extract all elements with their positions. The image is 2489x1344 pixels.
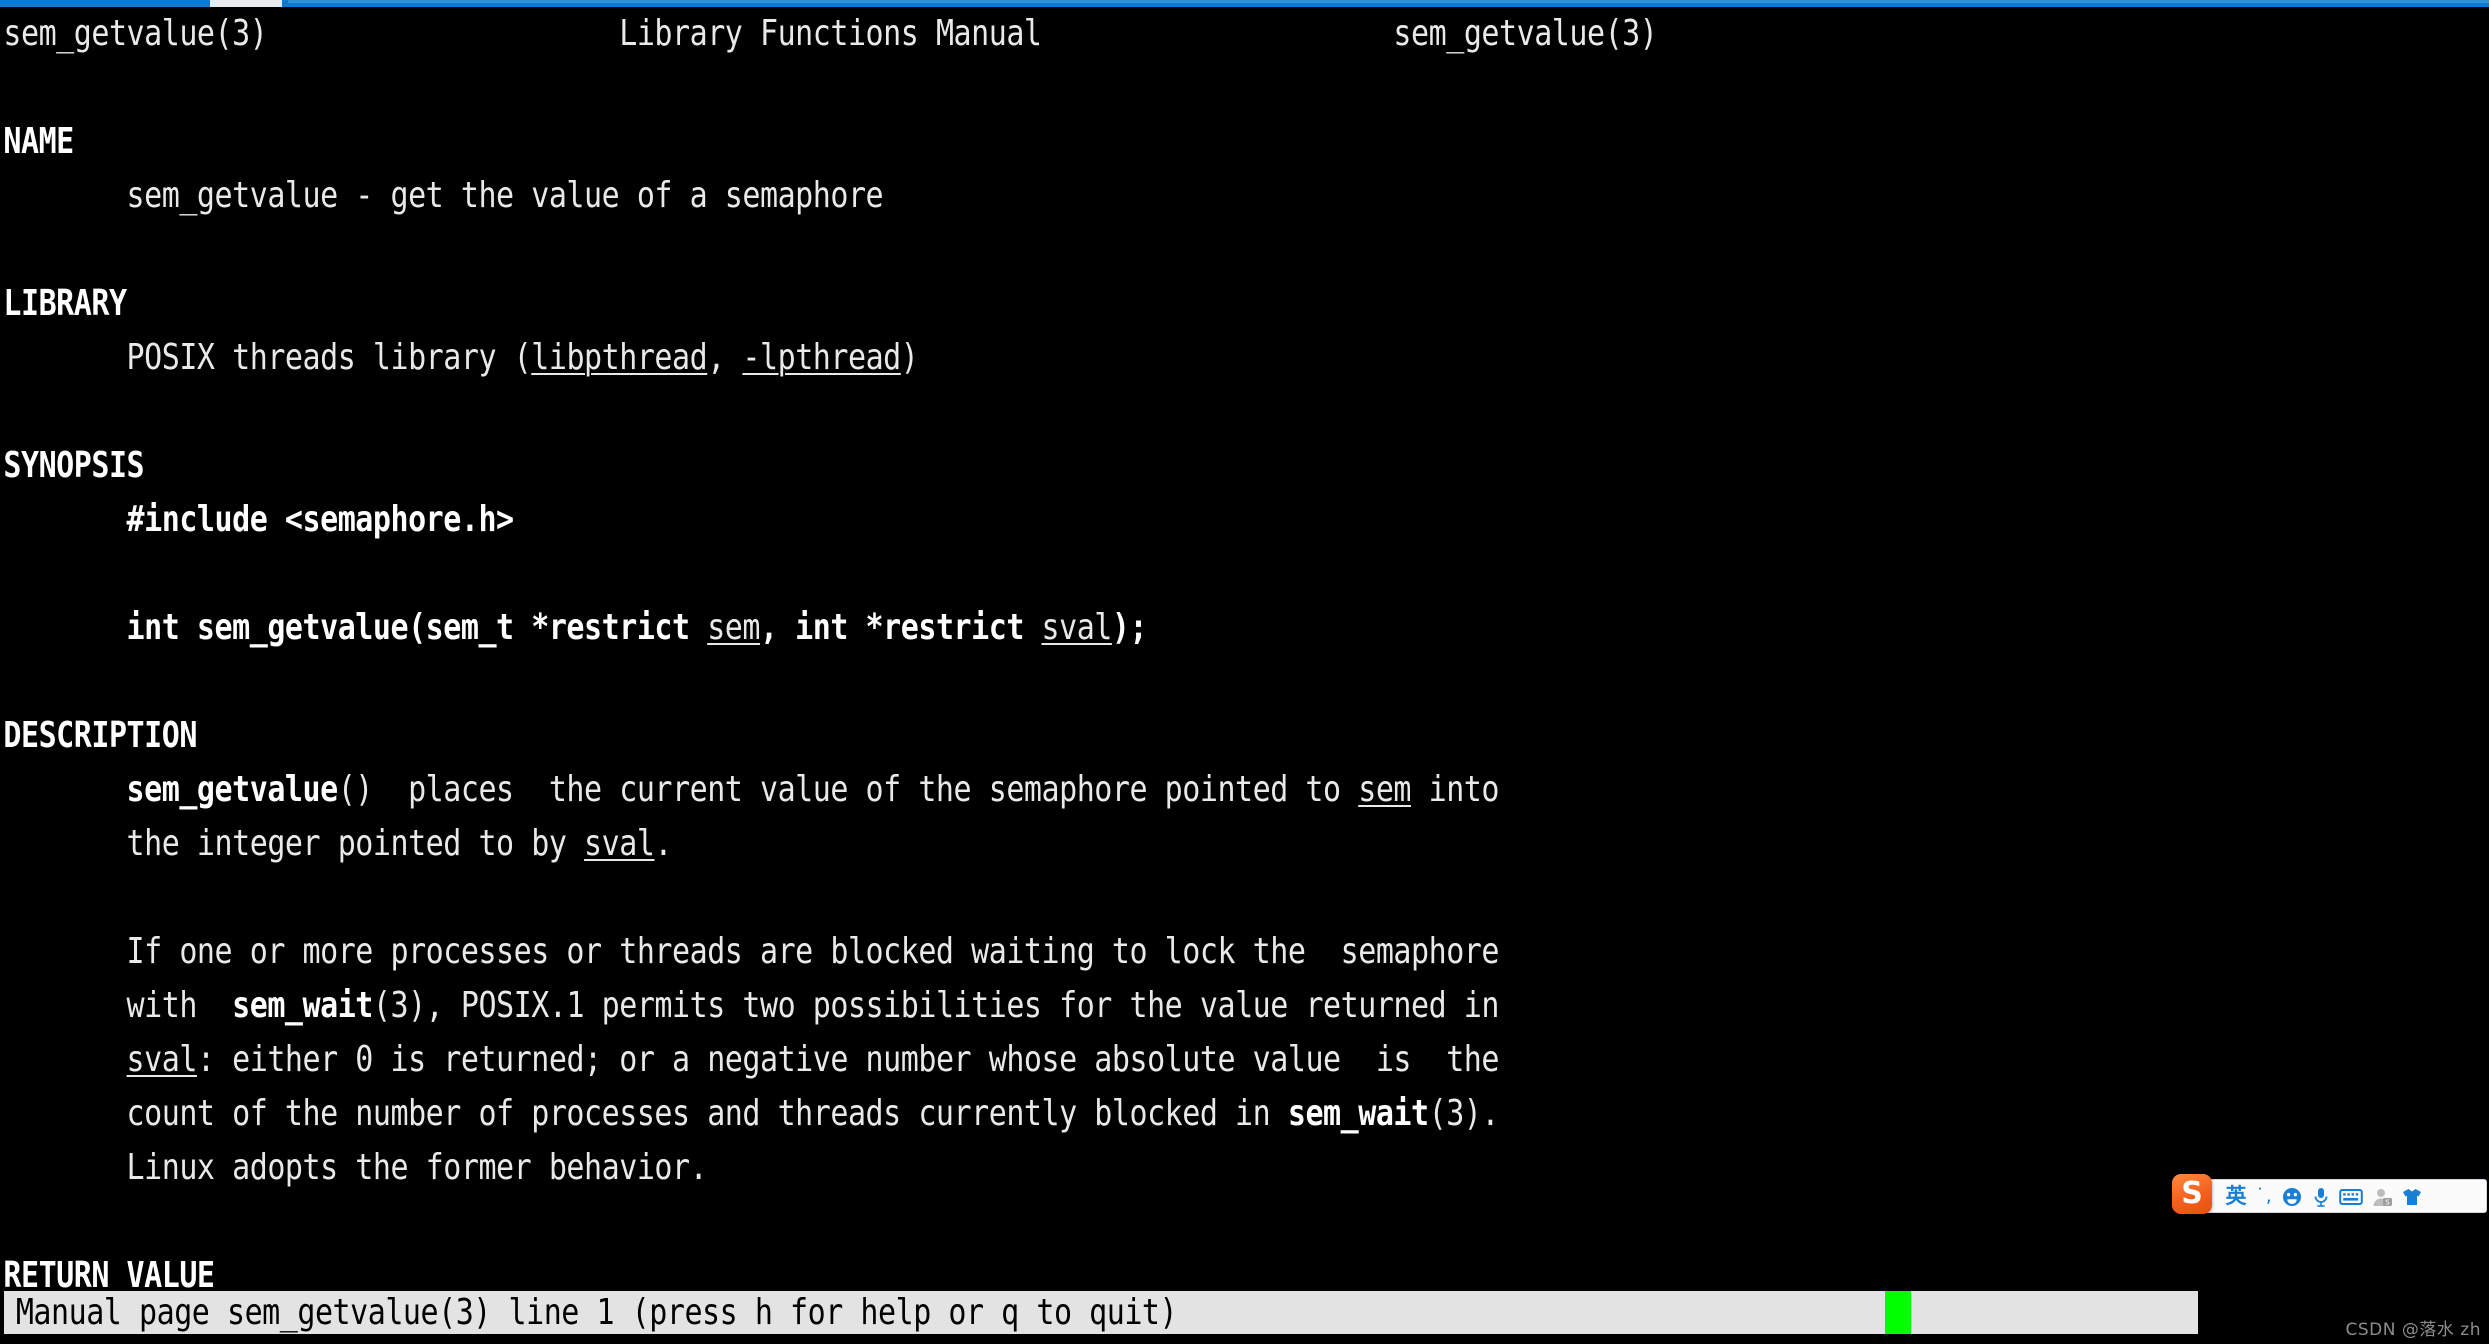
man-header-gap-right — [1042, 13, 1394, 54]
man-page-content: sem_getvalue(3) Library Functions Manual… — [0, 7, 2489, 1303]
description-p2l5-text: Linux adopts the former behavior. — [126, 1147, 708, 1188]
prototype-part-1: int sem_getvalue(sem_t *restrict — [126, 607, 708, 648]
library-link-libpthread: libpthread — [531, 337, 708, 378]
description-param-sval: sval — [584, 823, 655, 864]
section-heading-synopsis: SYNOPSIS — [3, 445, 145, 486]
man-header-left: sem_getvalue(3) — [3, 13, 268, 54]
description-paragraph2-line3: sval: either 0 is returned; or a negativ… — [0, 1033, 2103, 1087]
section-body-library: POSIX threads library (libpthread, -lpth… — [0, 331, 2103, 385]
description-p1-text-a: () places the current value of the semap… — [337, 769, 1359, 810]
ime-toolbar[interactable]: 英 ˙, S — [2176, 1179, 2487, 1213]
emoji-face-icon[interactable] — [2277, 1181, 2307, 1211]
soft-keyboard-icon[interactable] — [2335, 1181, 2367, 1211]
description-func-name: sem_getvalue — [126, 769, 339, 810]
description-paragraph2-line2: with sem_wait(3), POSIX.1 permits two po… — [0, 979, 2103, 1033]
ime-punctuation-button[interactable]: ˙, — [2251, 1181, 2277, 1211]
section-heading-library: LIBRARY — [3, 283, 127, 324]
description-ref-sem-wait: sem_wait — [232, 985, 373, 1026]
description-paragraph2-line5: Linux adopts the former behavior. — [0, 1141, 2103, 1195]
description-paragraph1-line1: sem_getvalue() places the current value … — [0, 763, 2103, 817]
synopsis-prototype-line: int sem_getvalue(sem_t *restrict sem, in… — [0, 601, 2103, 655]
synopsis-include: #include <semaphore.h> — [126, 499, 515, 540]
description-p1-text-b: into — [1411, 769, 1500, 810]
section-heading-description: DESCRIPTION — [3, 715, 197, 756]
description-p1l2-text-a: the integer pointed to by — [126, 823, 585, 864]
description-p2l3-text: : either 0 is returned; or a negative nu… — [196, 1039, 1500, 1080]
library-link-lpthread: -lpthread — [742, 337, 901, 378]
description-paragraph2-line4: count of the number of processes and thr… — [0, 1087, 2103, 1141]
library-prefix: POSIX threads library ( — [126, 337, 532, 378]
library-suffix: ) — [900, 337, 919, 378]
section-body-name: sem_getvalue - get the value of a semaph… — [0, 169, 2103, 223]
description-p2l2-text-a: with — [126, 985, 233, 1026]
description-p1l2-text-b: . — [654, 823, 673, 864]
description-paragraph2-line1: If one or more processes or threads are … — [0, 925, 2103, 979]
terminal-cursor — [1885, 1291, 1911, 1334]
description-p2l4-text-a: count of the number of processes and thr… — [126, 1093, 1288, 1134]
man-header-gap-left — [267, 13, 619, 54]
description-ref-sem-wait-2: sem_wait — [1287, 1093, 1429, 1134]
window-tab-strip — [0, 0, 2489, 7]
description-p2l1-text: If one or more processes or threads are … — [126, 931, 1500, 972]
terminal-window[interactable]: sem_getvalue(3) Library Functions Manual… — [0, 7, 2489, 1344]
man-header-center: Library Functions Manual — [619, 13, 1042, 54]
prototype-part-2: , int *restrict — [759, 607, 1042, 648]
man-header-line: sem_getvalue(3) Library Functions Manual… — [0, 7, 2103, 61]
ime-language-mode-button[interactable]: 英 — [2221, 1181, 2251, 1211]
synopsis-include-line: #include <semaphore.h> — [0, 493, 2103, 547]
user-account-icon[interactable]: S — [2367, 1181, 2397, 1211]
name-description: sem_getvalue - get the value of a semaph… — [126, 175, 884, 216]
svg-text:S: S — [2385, 1198, 2390, 1206]
less-status-text: Manual page sem_getvalue(3) line 1 (pres… — [15, 1292, 1178, 1333]
section-heading-name: NAME — [3, 121, 74, 162]
less-status-bar[interactable]: Manual page sem_getvalue(3) line 1 (pres… — [4, 1291, 2198, 1334]
active-tab-indicator[interactable] — [210, 0, 282, 7]
description-paragraph1-line2: the integer pointed to by sval. — [0, 817, 2103, 871]
description-p2l4-text-b: (3). — [1428, 1093, 1500, 1134]
man-header-right: sem_getvalue(3) — [1393, 13, 1658, 54]
sogou-logo-icon[interactable]: S — [2172, 1174, 2212, 1214]
csdn-watermark: CSDN @落水 zh — [2345, 1320, 2481, 1340]
prototype-param-sval: sval — [1041, 607, 1113, 648]
description-param-sval-2: sval — [126, 1039, 198, 1080]
description-param-sem: sem — [1358, 769, 1412, 810]
prototype-part-3: ); — [1111, 607, 1148, 648]
prototype-param-sem: sem — [707, 607, 760, 648]
library-separator: , — [707, 337, 743, 378]
skin-shirt-icon[interactable] — [2397, 1181, 2427, 1211]
description-p2l2-text-b: (3), POSIX.1 permits two possibilities f… — [372, 985, 1500, 1026]
tab-strip-remainder — [288, 0, 2489, 3]
microphone-icon[interactable] — [2307, 1181, 2335, 1211]
